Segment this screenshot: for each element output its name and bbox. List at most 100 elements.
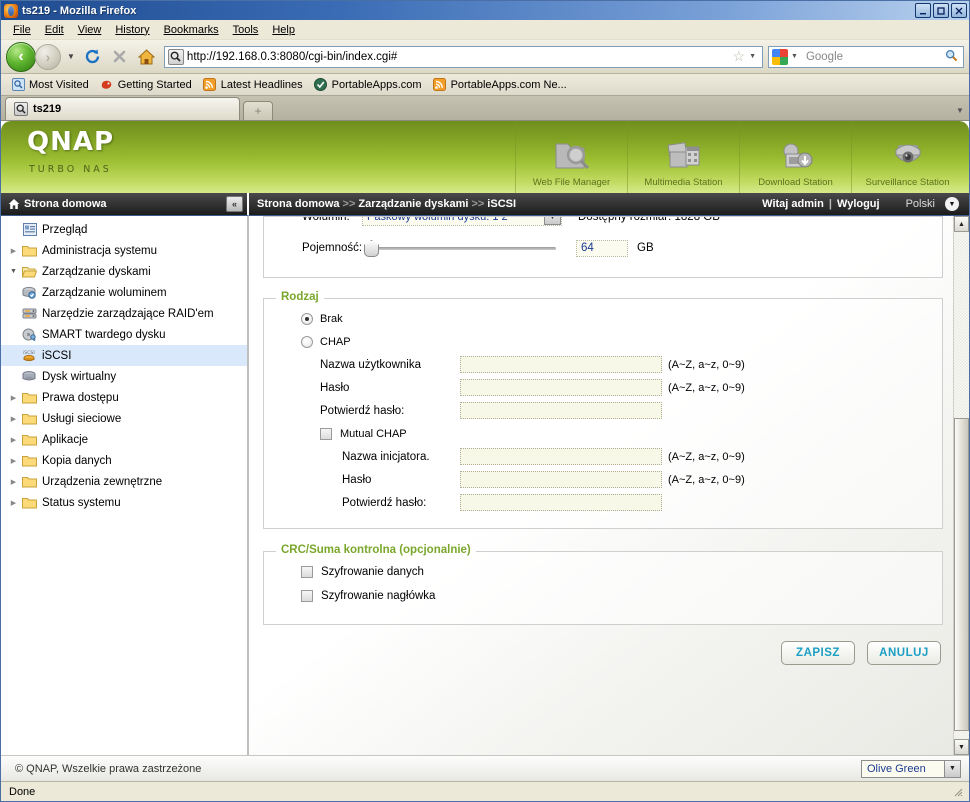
menu-tools[interactable]: Tools (226, 22, 266, 38)
sidebar-item-urzadzenia-zewnetrzne[interactable]: ▶ Urządzenia zewnętrzne (1, 471, 247, 492)
history-dropdown-icon[interactable]: ▼ (64, 52, 78, 61)
header-digest-checkbox[interactable] (301, 590, 313, 602)
scroll-thumb[interactable] (954, 418, 969, 731)
auth-none-radio[interactable] (301, 312, 313, 325)
maximize-button[interactable] (933, 3, 949, 18)
chap-username-input[interactable] (460, 356, 662, 373)
station-surveillance[interactable]: Surveillance Station (851, 121, 963, 193)
mutual-chap-row[interactable]: Mutual CHAP (274, 422, 932, 445)
bookmark-getting-started[interactable]: Getting Started (96, 77, 196, 93)
chap-confirm-input[interactable] (460, 402, 662, 419)
volume-select[interactable]: Paskowy wolumin dysku: 1 2 ▼ (362, 217, 562, 226)
sidebar-item-administracja-systemu[interactable]: ▶ Administracja systemu (1, 240, 247, 261)
search-engine-dropdown-icon[interactable]: ▼ (789, 53, 802, 60)
new-tab-button[interactable]: + (243, 101, 273, 120)
mutual-initiator-input[interactable] (460, 448, 662, 465)
save-button[interactable]: ZAPISZ (781, 641, 855, 665)
firefox-window: ts219 - Mozilla Firefox File Edit View H… (0, 0, 970, 802)
url-text[interactable]: http://192.168.0.3:8080/cgi-bin/index.cg… (187, 51, 731, 63)
mutual-password-input[interactable] (460, 471, 662, 488)
capacity-input[interactable]: 64 (576, 239, 628, 257)
collapse-sidebar-button[interactable]: « (226, 196, 243, 212)
back-button[interactable]: ‹ (6, 41, 36, 72)
reload-icon[interactable] (81, 45, 105, 69)
cancel-button[interactable]: ANULUJ (867, 641, 941, 665)
sidebar-item-dysk-wirtualny[interactable]: Dysk wirtualny (1, 366, 247, 387)
logout-link[interactable]: Wyloguj (837, 198, 880, 210)
tree-arrow-collapsed-icon[interactable]: ▶ (7, 478, 20, 486)
data-digest-row[interactable]: Szyfrowanie danych (274, 560, 932, 584)
breadcrumb-item-home[interactable]: Strona domowa (257, 198, 340, 210)
scroll-track-upper[interactable] (954, 232, 969, 418)
main-vertical-scrollbar[interactable]: ▲ ▼ (953, 216, 969, 755)
menu-history[interactable]: History (108, 22, 156, 38)
language-selector[interactable]: Polski ▼ (906, 197, 959, 211)
url-dropdown-icon[interactable]: ▼ (747, 53, 760, 60)
station-web-file-manager[interactable]: Web File Manager (515, 121, 627, 193)
auth-chap-row[interactable]: CHAP (274, 330, 932, 353)
sidebar-item-uslugi-sieciowe[interactable]: ▶ Usługi sieciowe (1, 408, 247, 429)
breadcrumb-item-iscsi[interactable]: iSCSI (487, 198, 516, 210)
forward-button[interactable]: › (35, 43, 61, 70)
bookmark-most-visited[interactable]: Most Visited (7, 77, 93, 93)
scroll-track-lower[interactable] (954, 731, 969, 739)
header-digest-row[interactable]: Szyfrowanie nagłówka (274, 584, 932, 608)
new-tab-label: + (254, 104, 262, 118)
breadcrumb-item-disk-management[interactable]: Zarządzanie dyskami (358, 198, 468, 210)
chevron-down-icon[interactable]: ▼ (945, 197, 959, 211)
menu-edit[interactable]: Edit (38, 22, 71, 38)
menu-view[interactable]: View (71, 22, 109, 38)
tab-ts219[interactable]: ts219 (5, 97, 240, 120)
tree-arrow-expanded-icon[interactable]: ▼ (7, 268, 20, 275)
tree-arrow-collapsed-icon[interactable]: ▶ (7, 436, 20, 444)
close-button[interactable] (951, 3, 967, 18)
scroll-up-button[interactable]: ▲ (954, 216, 969, 232)
sidebar-item-prawa-dostepu[interactable]: ▶ Prawa dostępu (1, 387, 247, 408)
mutual-chap-checkbox[interactable] (320, 427, 332, 440)
theme-select[interactable]: Olive Green ▼ (861, 759, 961, 778)
sidebar-item-kopia-danych[interactable]: ▶ Kopia danych (1, 450, 247, 471)
auth-chap-radio[interactable] (301, 335, 313, 348)
sidebar-item-aplikacje[interactable]: ▶ Aplikacje (1, 429, 247, 450)
sidebar-item-iscsi[interactable]: iSCSI iSCSI (1, 345, 247, 366)
slider-thumb[interactable] (364, 240, 379, 257)
bookmark-portableapps-news[interactable]: PortableApps.com Ne... (429, 77, 571, 93)
tree-arrow-collapsed-icon[interactable]: ▶ (7, 415, 20, 423)
search-magnifier-icon[interactable] (942, 49, 961, 65)
sidebar-item-smart[interactable]: SMART twardego dysku (1, 324, 247, 345)
stop-icon[interactable] (108, 45, 132, 69)
tree-arrow-collapsed-icon[interactable]: ▶ (7, 499, 20, 507)
google-icon[interactable] (772, 48, 788, 65)
sidebar-item-przeglad[interactable]: Przegląd (1, 219, 247, 240)
chevron-down-icon[interactable]: ▼ (944, 760, 960, 777)
tree-arrow-collapsed-icon[interactable]: ▶ (7, 247, 20, 255)
sidebar-item-status-systemu[interactable]: ▶ Status systemu (1, 492, 247, 513)
tree-arrow-collapsed-icon[interactable]: ▶ (7, 394, 20, 402)
minimize-button[interactable] (915, 3, 931, 18)
tab-list-button[interactable]: ▼ (951, 100, 969, 120)
menu-bookmarks[interactable]: Bookmarks (157, 22, 226, 38)
address-bar[interactable]: http://192.168.0.3:8080/cgi-bin/index.cg… (163, 45, 763, 68)
chevron-down-icon[interactable]: ▼ (544, 217, 561, 225)
tree-arrow-collapsed-icon[interactable]: ▶ (7, 457, 20, 465)
chap-password-input[interactable] (460, 379, 662, 396)
sidebar-item-zarzadzanie-dyskami[interactable]: ▼ Zarządzanie dyskami (1, 261, 247, 282)
auth-none-row[interactable]: Brak (274, 307, 932, 330)
menu-help[interactable]: Help (265, 22, 302, 38)
bookmark-portableapps[interactable]: PortableApps.com (310, 77, 426, 93)
menu-file[interactable]: File (6, 22, 38, 38)
bookmark-latest-headlines[interactable]: Latest Headlines (199, 77, 307, 93)
sidebar-item-raid[interactable]: Narzędzie zarządzające RAID'em (1, 303, 247, 324)
search-input[interactable]: Google (802, 51, 942, 63)
station-multimedia[interactable]: Multimedia Station (627, 121, 739, 193)
station-download[interactable]: Download Station (739, 121, 851, 193)
sidebar-item-zarzadzanie-woluminem[interactable]: Zarządzanie woluminem (1, 282, 247, 303)
mutual-confirm-input[interactable] (460, 494, 662, 511)
resize-grip-icon[interactable] (951, 785, 965, 799)
bookmark-star-icon[interactable]: ☆ (731, 48, 748, 65)
home-icon[interactable] (135, 45, 159, 69)
data-digest-checkbox[interactable] (301, 566, 313, 578)
capacity-slider[interactable] (364, 239, 556, 257)
search-bar[interactable]: ▼ Google (768, 45, 964, 68)
scroll-down-button[interactable]: ▼ (954, 739, 969, 755)
